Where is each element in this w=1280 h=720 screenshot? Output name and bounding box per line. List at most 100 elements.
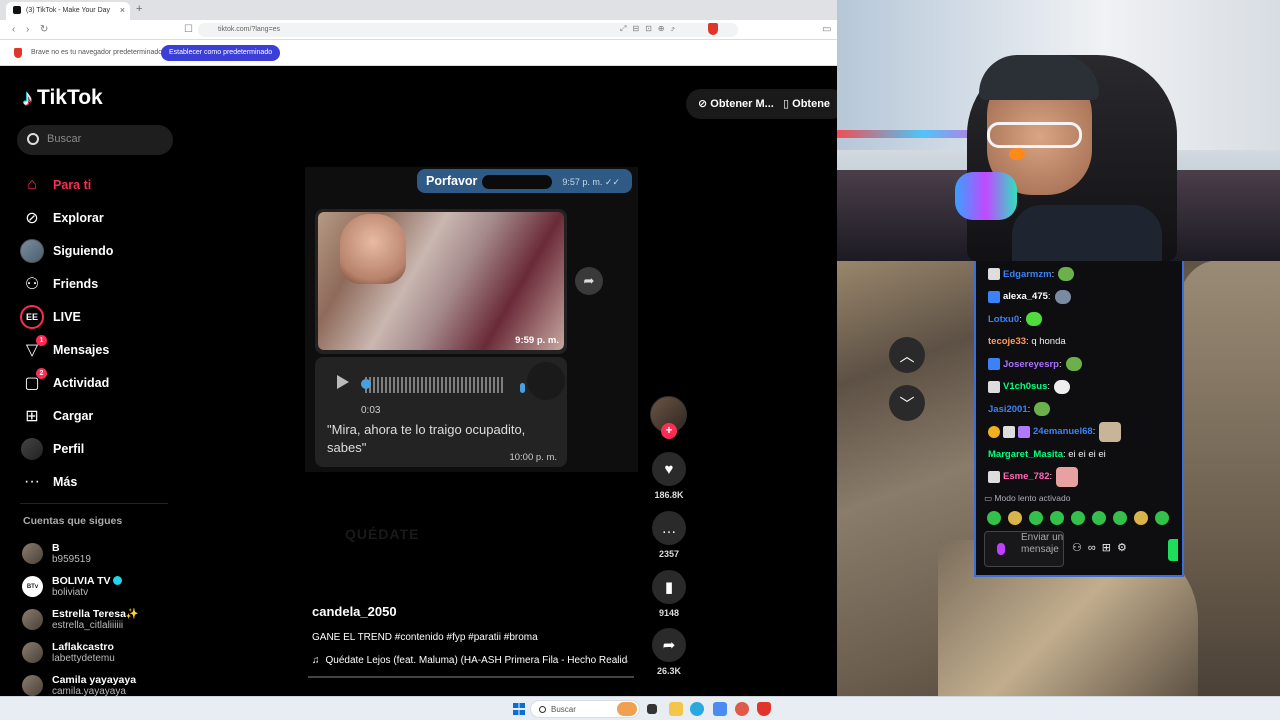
following-account[interactable]: Estrella Teresa✨ estrella_citlaliiiiii <box>22 603 139 636</box>
bookmark-icon[interactable]: ☐ <box>184 24 193 35</box>
nav-item-para-ti[interactable]: ⌂ Para ti <box>20 168 170 201</box>
sidebar-toggle-icon[interactable]: ▭ <box>822 24 831 35</box>
nav-item-friends[interactable]: ⚇ Friends <box>20 267 170 300</box>
task-view-icon[interactable] <box>647 704 657 714</box>
emote-icon[interactable] <box>1071 511 1085 525</box>
share-icon[interactable]: ➦ <box>652 628 686 662</box>
video-music[interactable]: ♫ Quédate Lejos (feat. Maluma) (HA-ASH Pr… <box>312 655 628 666</box>
more-icon: ··· <box>24 472 40 490</box>
tab-title: (3) TikTok - Make Your Day <box>26 7 111 14</box>
nav-item-explorar[interactable]: ⊘ Explorar <box>20 201 170 234</box>
sent-message-bubble: Porfavor 9:57 p. m. ✓✓ <box>417 169 632 193</box>
emote-icon <box>1058 267 1075 282</box>
home-icon: ⌂ <box>27 175 37 193</box>
nav-item-actividad[interactable]: ▢ 2 Actividad <box>20 366 170 399</box>
emote-icon[interactable] <box>1113 511 1127 525</box>
chat-input[interactable]: Enviar un mensaje <box>984 531 1064 567</box>
browser-tab[interactable]: (3) TikTok - Make Your Day × <box>6 2 130 20</box>
back-icon[interactable]: ‹ <box>12 24 15 35</box>
emote-icon <box>1034 402 1051 417</box>
emote-icon[interactable] <box>1155 511 1169 525</box>
new-tab-icon[interactable]: + <box>136 3 142 15</box>
nav-item-cargar[interactable]: ⊞ Cargar <box>20 399 170 432</box>
tiktok-logo[interactable]: ♪ TikTok <box>22 85 103 111</box>
search-input[interactable]: Buscar <box>17 125 173 155</box>
audio-time: 10:00 p. m. <box>509 452 557 463</box>
chat-send-button[interactable] <box>1168 539 1178 561</box>
like-action[interactable]: ♥ 186.8K <box>652 452 686 500</box>
nav-label: Para ti <box>53 177 92 192</box>
nav-item-perfil[interactable]: Perfil <box>20 432 170 465</box>
following-account[interactable]: Bb959519 <box>22 537 139 570</box>
video-description: GANE EL TREND #contenido #fyp #paratii #… <box>312 632 538 643</box>
app-icon[interactable] <box>713 702 727 716</box>
child-photo <box>340 214 406 284</box>
profile-icon <box>20 437 44 461</box>
comment-icon[interactable]: … <box>652 511 686 545</box>
chat-message: 24emanuel68: <box>988 421 1178 444</box>
get-app-button[interactable]: ⊘ Obtener M... ▯ Obtene <box>686 89 837 119</box>
emote-icon[interactable] <box>987 511 1001 525</box>
chat-toolbar[interactable]: ⚇∞⊞⚙ <box>1072 541 1133 554</box>
avatar <box>22 543 43 564</box>
glasses-filter <box>987 122 1082 148</box>
mic-icon[interactable] <box>997 543 1005 555</box>
video-player[interactable]: Porfavor 9:57 p. m. ✓✓ 9:59 p. m. ➦ 0:03… <box>305 167 638 472</box>
settings-icon: ⚙ <box>1116 542 1133 554</box>
bookmark-icon[interactable]: ▮ <box>652 570 686 604</box>
message-time: 9:57 p. m. ✓✓ <box>562 177 620 187</box>
friends-icon: ⚇ <box>24 275 40 293</box>
file-explorer-icon[interactable] <box>669 702 683 716</box>
activity-icon: ▢ 2 <box>20 367 47 395</box>
badge-icon <box>988 268 1000 281</box>
nav-item-live[interactable]: EE LIVE <box>20 300 170 333</box>
emote-icon[interactable] <box>1008 511 1022 525</box>
phone-icon: ▯ <box>776 98 793 110</box>
video-progress-bar[interactable] <box>308 676 634 678</box>
set-default-button[interactable]: Establecer como predeterminado <box>161 45 281 61</box>
notice-text: Brave no es tu navegador predeterminado <box>31 49 163 56</box>
previous-video-button[interactable]: ︿ <box>889 337 925 373</box>
following-account[interactable]: BTv BOLIVIA TV boliviatv <box>22 570 139 603</box>
emote-icon[interactable] <box>1092 511 1106 525</box>
chat-message: Edgarmzm: <box>988 263 1178 286</box>
share-action[interactable]: ➦ 26.3K <box>652 628 686 676</box>
nav-label: Mensajes <box>53 342 110 357</box>
widgets-icon[interactable] <box>617 702 637 716</box>
brave-icon[interactable] <box>757 702 771 716</box>
nose-filter <box>1009 148 1025 160</box>
video-author[interactable]: candela_2050 <box>312 604 397 619</box>
nav-item-mas[interactable]: ··· Más <box>20 465 170 498</box>
nav-item-siguiendo[interactable]: Siguiendo <box>20 234 170 267</box>
streamer-cap <box>979 55 1099 100</box>
account-username: boliviatv <box>52 586 89 598</box>
infinity-icon: ∞ <box>1087 542 1102 554</box>
gift-icon: ⊞ <box>1101 542 1117 554</box>
emote-icon[interactable] <box>1050 511 1064 525</box>
windows-start-icon[interactable] <box>513 703 525 715</box>
address-bar-tools[interactable]: ⤢⊟⊡⊕⤴ <box>620 24 681 34</box>
following-account[interactable]: Camila yayayaya camila.yayayaya <box>22 669 139 696</box>
emote-icon[interactable] <box>1134 511 1148 525</box>
forward-icon[interactable]: › <box>26 24 29 35</box>
badge-icon <box>1003 425 1015 438</box>
following-account[interactable]: Laflakcastro labettydetemu <box>22 636 139 669</box>
emote-icon[interactable] <box>1029 511 1043 525</box>
chat-message: Esme_782: <box>988 466 1178 489</box>
emote-icon <box>1054 289 1071 304</box>
next-video-button[interactable]: ﹀ <box>889 385 925 421</box>
messages-icon: ▽ 1 <box>20 334 47 362</box>
nav-label: Perfil <box>53 441 85 456</box>
save-action[interactable]: ▮ 9148 <box>652 570 686 618</box>
app-icon[interactable] <box>735 702 749 716</box>
follow-plus-icon[interactable]: + <box>661 423 677 439</box>
chat-input-placeholder: Enviar un mensaje <box>1021 532 1064 555</box>
brave-shield-icon[interactable] <box>708 23 718 35</box>
heart-icon[interactable]: ♥ <box>652 452 686 486</box>
close-tab-icon[interactable]: × <box>120 5 125 15</box>
comment-action[interactable]: … 2357 <box>652 511 686 559</box>
chrome-icon[interactable] <box>690 702 704 716</box>
reload-icon[interactable]: ↻ <box>40 24 48 35</box>
nav-item-mensajes[interactable]: ▽ 1 Mensajes <box>20 333 170 366</box>
waveform <box>365 377 505 393</box>
